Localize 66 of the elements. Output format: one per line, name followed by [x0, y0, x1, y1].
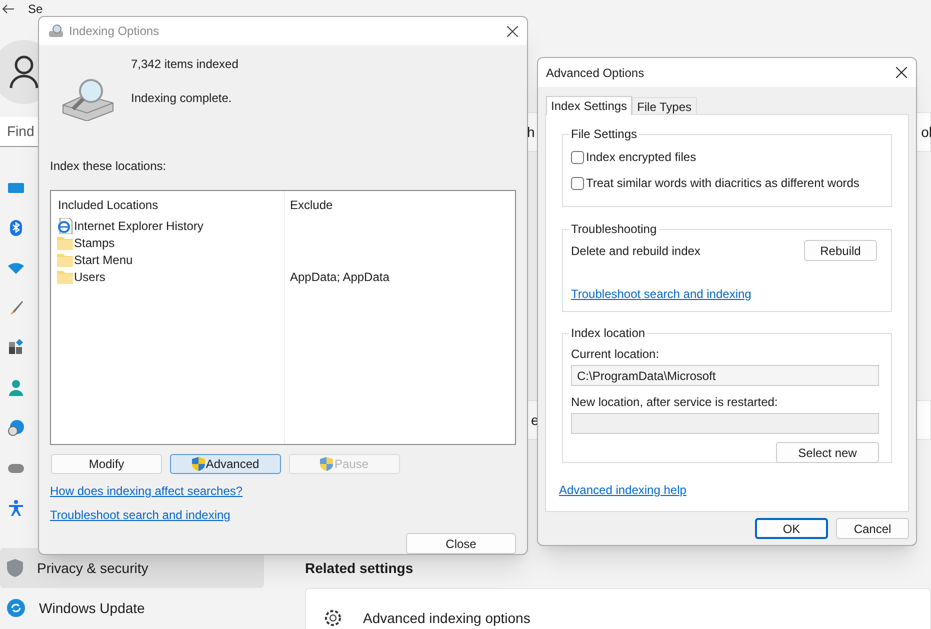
rebuild-label: Delete and rebuild index [571, 242, 700, 260]
window-title: Advanced Options [546, 64, 644, 82]
shield-icon [320, 457, 334, 472]
group-heading: Troubleshooting [570, 221, 658, 238]
shield-icon [7, 559, 23, 577]
list-item[interactable]: Internet Explorer History [57, 217, 284, 234]
help-link[interactable]: How does indexing affect searches? [50, 482, 243, 500]
card-text: h [527, 122, 535, 142]
nav-label: Windows Update [39, 598, 145, 618]
list-item[interactable]: Start Menu [57, 251, 284, 268]
checkbox[interactable] [571, 176, 584, 190]
person-icon [9, 55, 39, 89]
index-count: 7,342 items indexed [131, 56, 238, 74]
tab[interactable]: Index Settings [546, 96, 632, 115]
close-icon[interactable] [507, 26, 518, 37]
app-title: Se [28, 1, 43, 18]
shield-icon [192, 457, 205, 472]
web-page-icon [57, 218, 73, 234]
settings-row[interactable]: Advanced indexing options [305, 588, 931, 629]
back-arrow-icon[interactable] [2, 4, 14, 14]
exclude-text: AppData; AppData [290, 268, 390, 286]
dialog-button[interactable]: OK [755, 518, 828, 539]
tab[interactable]: File Types [632, 97, 697, 114]
apps-icon [7, 339, 25, 357]
field-label: Current location: [571, 346, 660, 363]
close-icon[interactable] [896, 67, 907, 78]
checkbox-label: Treat similar words with diacritics as different words [586, 175, 860, 192]
troubleshoot-link[interactable]: Troubleshoot search and indexing [571, 285, 752, 303]
dialog-button[interactable]: Cancel [836, 518, 909, 539]
sync-icon [7, 599, 25, 617]
accessibility-icon [7, 499, 25, 517]
group-heading: File Settings [570, 126, 638, 143]
section-heading: Related settings [305, 559, 414, 578]
help-link[interactable]: Advanced indexing help [559, 481, 686, 499]
input-field[interactable] [571, 413, 879, 434]
drive-search-icon [48, 24, 64, 38]
list-item[interactable]: Users [57, 268, 284, 286]
group-heading: Index location [570, 325, 646, 342]
rebuild-button[interactable]: Rebuild [804, 240, 877, 261]
row-label: Advanced indexing options [363, 608, 530, 628]
checkbox-label: Index encrypted files [586, 149, 696, 166]
nav-label: Privacy & security [37, 558, 148, 578]
column-header[interactable]: Exclude [290, 196, 390, 214]
folder-icon [57, 252, 73, 267]
field-label: New location, after service is restarted: [571, 394, 779, 411]
bluetooth-icon [7, 219, 25, 237]
brush-icon [7, 299, 25, 317]
column-header[interactable]: Included Locations [57, 196, 284, 214]
checkbox[interactable] [571, 150, 584, 164]
location-field: C:\ProgramData\Microsoft [571, 365, 879, 386]
window-title: Indexing Options [69, 23, 160, 40]
gear-icon [323, 608, 343, 628]
select-new-button[interactable]: Select new [776, 442, 879, 463]
folder-icon [57, 270, 73, 284]
close-button[interactable]: Close [406, 533, 516, 554]
card-text: ol [921, 122, 931, 142]
dialog-button[interactable]: Modify [51, 454, 162, 474]
section-label: Index these locations: [50, 158, 168, 176]
help-link[interactable]: Troubleshoot search and indexing [50, 506, 230, 524]
index-status: Indexing complete. [131, 90, 233, 108]
dialog-button[interactable]: Advanced [170, 454, 281, 474]
locations-list[interactable]: Included Locations Internet Explorer History Stamps Start Menu Users Exclude AppData; AppData [50, 190, 516, 446]
clock-globe-icon [7, 419, 25, 437]
person-icon [7, 379, 25, 397]
folder-icon [57, 236, 73, 250]
list-item[interactable]: Stamps [57, 234, 284, 252]
